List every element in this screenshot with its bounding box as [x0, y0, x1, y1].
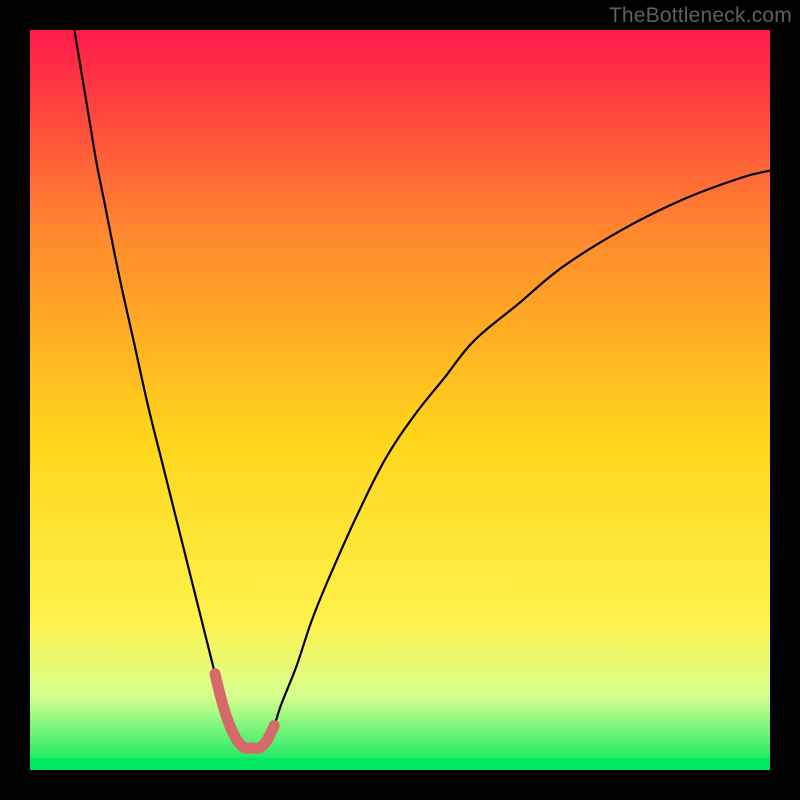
chart-svg	[30, 30, 770, 770]
gradient-background	[30, 30, 770, 770]
watermark-text: TheBottleneck.com	[609, 4, 792, 28]
bottom-green-band	[30, 758, 770, 770]
outer-frame: TheBottleneck.com	[0, 0, 800, 800]
plot-area	[30, 30, 770, 770]
